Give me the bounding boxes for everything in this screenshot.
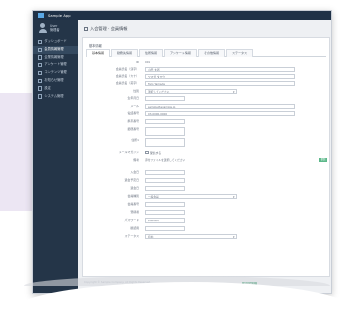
- browse-button[interactable]: 参照: [319, 158, 327, 162]
- main-content: 入会管理 · 会員情報 基本情報 基本情報 勤務先情報 住所情報 アンケート情報…: [78, 20, 331, 293]
- tab-other[interactable]: その他情報: [197, 49, 225, 57]
- menu-item-icon: [38, 86, 43, 91]
- field-label: 登録者: [130, 210, 139, 215]
- tab-survey[interactable]: アンケート情報: [164, 49, 197, 57]
- field-label: 生年月日: [127, 96, 139, 101]
- sidebar-item-system[interactable]: システム管理: [33, 93, 78, 101]
- sidebar-item-companies[interactable]: 企業情報管理: [33, 54, 78, 62]
- birthdate-input[interactable]: [145, 96, 185, 101]
- name-roman-input[interactable]: Taro Yamada: [145, 81, 295, 86]
- sidebar-item-settings[interactable]: 設定: [33, 85, 78, 93]
- password-confirm-input[interactable]: [145, 226, 185, 231]
- breadcrumb: 入会管理 · 会員情報: [84, 26, 128, 32]
- address-input[interactable]: [145, 138, 185, 147]
- app-title: Sample App: [48, 13, 71, 18]
- sidebar-item-contents[interactable]: コンテンツ管理: [33, 69, 78, 77]
- sidebar-nav: ダッシュボード 会員情報管理 企業情報管理 アンケート管理 コンテンツ管理 お知…: [33, 38, 78, 100]
- top-bar: Sample App: [33, 11, 331, 20]
- join-date-input[interactable]: [145, 170, 185, 175]
- tab-bar: 基本情報 勤務先情報 住所情報 アンケート情報 その他情報 ステータス: [86, 49, 326, 57]
- section-title: 基本情報: [89, 44, 102, 48]
- phone-input[interactable]: 03-0000-0000: [145, 111, 295, 116]
- sidebar-item-news[interactable]: お知らせ管理: [33, 77, 78, 85]
- menu-item-icon: [38, 70, 43, 76]
- field-label: パスワード: [124, 218, 139, 223]
- status-select[interactable]: 有効: [145, 234, 237, 239]
- newsletter-checkbox[interactable]: [145, 150, 149, 154]
- email-field[interactable]: sample@example.jp: [145, 104, 295, 109]
- field-label: 会員氏名（英字）: [115, 81, 139, 86]
- menu-item-icon: [38, 55, 43, 60]
- field-label: メール: [130, 104, 139, 109]
- field-label: 入会日: [130, 170, 139, 175]
- name-kana-input[interactable]: ヤマダ タロウ: [145, 74, 295, 79]
- sidebar-item-members[interactable]: 会員情報管理: [33, 45, 78, 54]
- field-label: 退会日: [130, 186, 139, 191]
- logo-icon: [38, 13, 44, 18]
- app-window: Sample App User 管理者 ダッシュボード 会員情報管理 企業情報管…: [32, 10, 332, 294]
- field-label: 退会予定日: [124, 178, 139, 183]
- user-block: User 管理者: [33, 20, 78, 36]
- user-role: 管理者: [50, 28, 60, 32]
- menu-item-icon: [38, 78, 43, 84]
- field-label: 会員種別: [127, 194, 139, 199]
- password-input[interactable]: ********: [145, 218, 185, 223]
- menu-item-icon: [38, 94, 43, 99]
- tab-basic[interactable]: 基本情報: [86, 49, 111, 57]
- field-label: メールマガジン: [118, 150, 139, 155]
- id-value: 001: [145, 60, 151, 64]
- field-label: 郵便番号: [127, 127, 139, 132]
- mobile-input[interactable]: [145, 119, 185, 124]
- page-icon: [84, 27, 88, 31]
- avatar-icon: [38, 23, 47, 33]
- menu-item-icon: [38, 47, 43, 52]
- postal-code-input[interactable]: [145, 127, 185, 136]
- sidebar: User 管理者 ダッシュボード 会員情報管理 企業情報管理 アンケート管理 コ…: [33, 20, 78, 293]
- tab-status[interactable]: ステータス: [225, 49, 253, 57]
- tab-workplace[interactable]: 勤務先情報: [111, 49, 139, 57]
- field-label: 備考: [133, 158, 139, 163]
- sidebar-item-dashboard[interactable]: ダッシュボード: [33, 38, 78, 46]
- field-label: 会員氏名（漢字）: [115, 67, 139, 72]
- leave-date-input[interactable]: [145, 186, 185, 191]
- newsletter-checkbox-label: 受信する: [150, 150, 162, 155]
- member-number-input[interactable]: [145, 202, 185, 207]
- field-label: ステータス: [124, 234, 139, 239]
- gender-select[interactable]: 選択してください: [145, 89, 237, 94]
- field-label: 会員番号: [127, 202, 139, 207]
- field-label: 性別: [133, 89, 139, 94]
- member-type-select[interactable]: 一般会員: [145, 194, 237, 199]
- menu-item-icon: [38, 63, 43, 68]
- menu-item-icon: [38, 39, 43, 45]
- file-hint: 添付ファイルを選択してください: [145, 158, 186, 162]
- field-label: 住所1: [131, 138, 139, 143]
- form-card: 基本情報 基本情報 勤務先情報 住所情報 アンケート情報 その他情報 ステータス…: [82, 37, 330, 287]
- field-label: ID: [135, 60, 139, 65]
- field-label: 携帯番号: [127, 119, 139, 124]
- page-title: 入会管理 · 会員情報: [90, 26, 128, 31]
- planned-leave-input[interactable]: [145, 178, 185, 183]
- field-label: 確認用: [130, 226, 139, 231]
- registrant-input[interactable]: [145, 210, 185, 215]
- field-label: 会員氏名（カナ）: [115, 74, 139, 79]
- sidebar-item-surveys[interactable]: アンケート管理: [33, 61, 78, 69]
- field-label: 電話番号: [127, 111, 139, 116]
- tab-address[interactable]: 住所情報: [139, 49, 164, 57]
- name-kanji-input[interactable]: 山田 太郎: [145, 67, 295, 72]
